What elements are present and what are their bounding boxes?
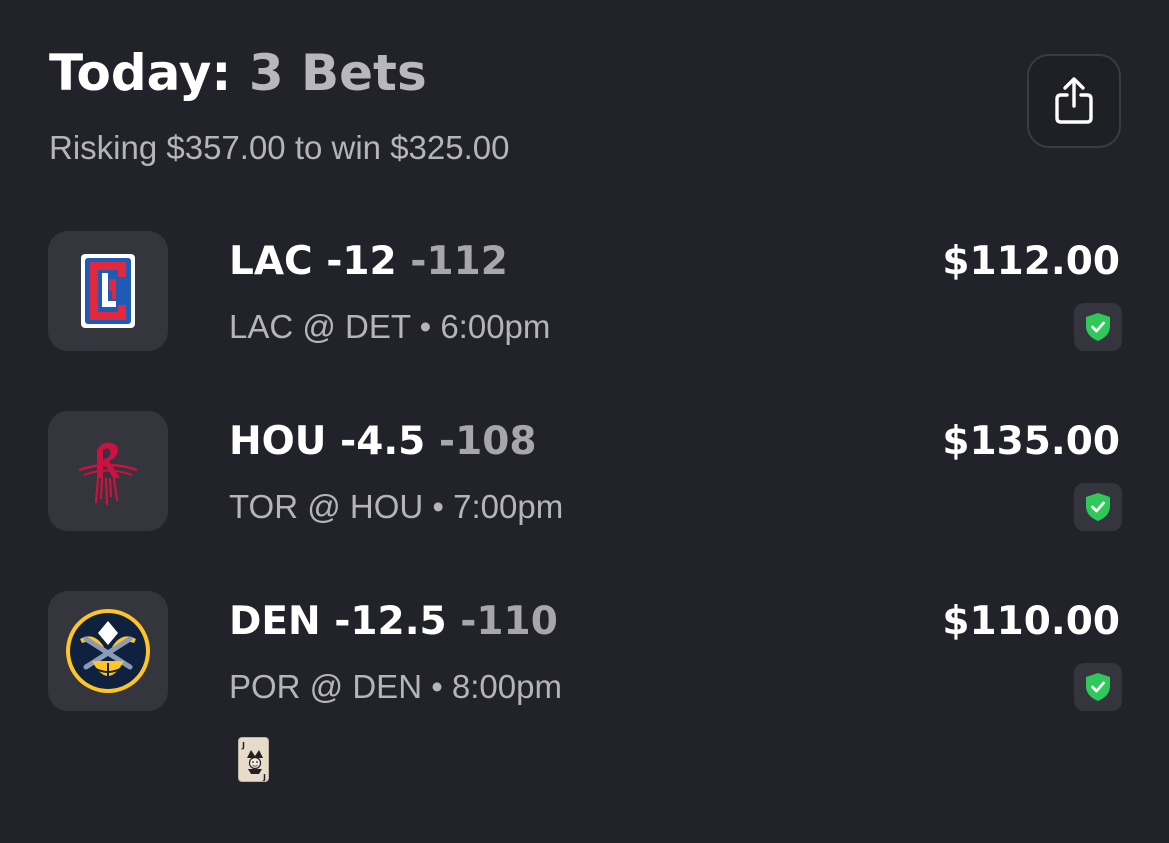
title-prefix: Today: bbox=[49, 44, 232, 102]
share-icon bbox=[1055, 77, 1093, 124]
bet-pick: LAC -12 -112 bbox=[229, 235, 508, 289]
bet-status-badge bbox=[1074, 303, 1122, 351]
odds-label: -110 bbox=[460, 599, 558, 644]
bet-status-badge bbox=[1074, 483, 1122, 531]
nuggets-logo bbox=[66, 609, 150, 693]
svg-text:J: J bbox=[241, 741, 245, 750]
joker-card-icon: J J bbox=[241, 741, 266, 782]
bet-count: 3 Bets bbox=[248, 44, 427, 102]
shield-check-icon bbox=[1086, 673, 1110, 701]
page-title: Today: 3 Bets bbox=[49, 40, 427, 106]
team-logo-tile bbox=[48, 591, 168, 711]
pick-label: LAC -12 bbox=[229, 239, 397, 284]
bet-amount: $110.00 bbox=[942, 599, 1120, 644]
share-button[interactable] bbox=[1027, 54, 1121, 148]
odds-label: -112 bbox=[410, 239, 508, 284]
bet-amount: $135.00 bbox=[942, 419, 1120, 464]
shield-check-icon bbox=[1086, 313, 1110, 341]
bet-status-badge bbox=[1074, 663, 1122, 711]
pick-label: DEN -12.5 bbox=[229, 599, 447, 644]
pick-label: HOU -4.5 bbox=[229, 419, 426, 464]
risk-summary: Risking $357.00 to win $325.00 bbox=[49, 129, 510, 166]
bet-row-lac[interactable]: LAC -12 -112 LAC @ DET • 6:00pm $112.00 bbox=[0, 231, 1169, 351]
shield-check-icon bbox=[1086, 493, 1110, 521]
bet-pick: HOU -4.5 -108 bbox=[229, 415, 537, 469]
game-info: POR @ DEN • 8:00pm bbox=[229, 668, 562, 705]
bet-amount: $112.00 bbox=[942, 239, 1120, 284]
bet-row-den[interactable]: DEN -12.5 -110 POR @ DEN • 8:00pm $110.0… bbox=[0, 591, 1169, 711]
clippers-logo bbox=[81, 254, 135, 328]
joker-tag: J J bbox=[238, 737, 269, 782]
team-logo-tile bbox=[48, 231, 168, 351]
bet-pick: DEN -12.5 -110 bbox=[229, 595, 558, 649]
rockets-logo bbox=[78, 442, 138, 506]
game-info: LAC @ DET • 6:00pm bbox=[229, 308, 551, 345]
odds-label: -108 bbox=[438, 419, 537, 464]
bet-row-hou[interactable]: HOU -4.5 -108 TOR @ HOU • 7:00pm $135.00 bbox=[0, 411, 1169, 531]
team-logo-tile bbox=[48, 411, 168, 531]
svg-text:J: J bbox=[262, 773, 266, 782]
game-info: TOR @ HOU • 7:00pm bbox=[229, 488, 564, 525]
